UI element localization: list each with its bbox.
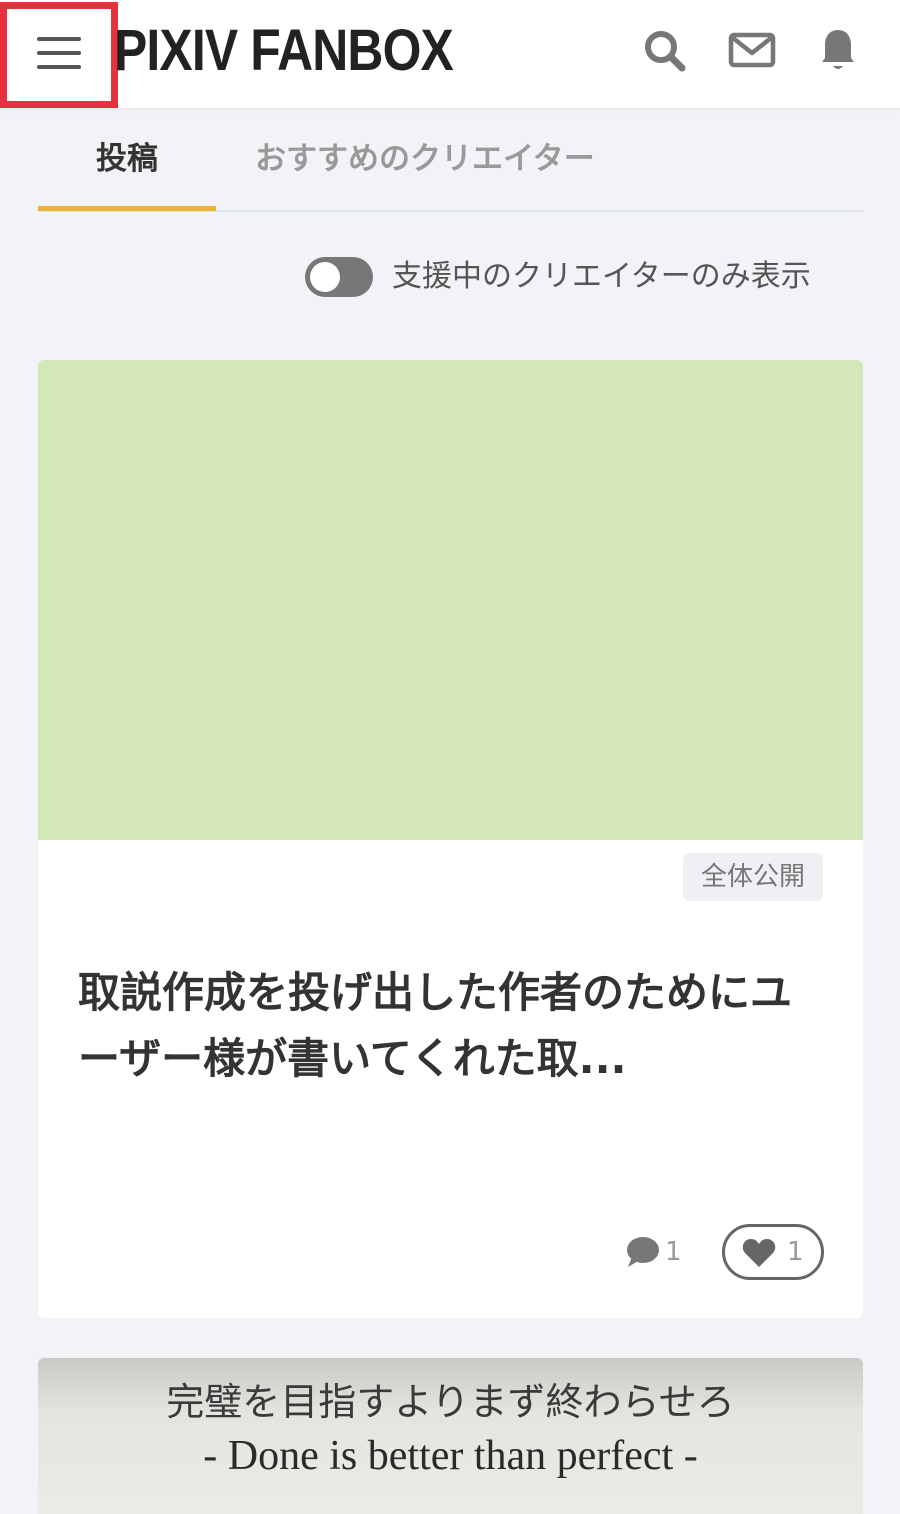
tab-recommended-creators[interactable]: おすすめのクリエイター [255, 136, 595, 182]
supporting-only-label: 支援中のクリエイターのみ表示 [392, 259, 811, 294]
post-thumbnail[interactable] [38, 360, 863, 840]
comment-icon [627, 1237, 659, 1267]
like-count: 1 [787, 1237, 804, 1267]
active-tab-indicator [38, 206, 216, 211]
like-button[interactable]: 1 [722, 1224, 824, 1280]
toggle-knob [310, 262, 340, 292]
visibility-badge: 全体公開 [682, 853, 823, 901]
bell-icon[interactable] [814, 26, 862, 74]
hamburger-icon [37, 37, 81, 41]
mail-icon[interactable] [728, 26, 776, 74]
next-post-image-text: 完璧を目指すよりまず終わらせろ [166, 1380, 735, 1424]
supporting-only-toggle[interactable] [305, 257, 373, 297]
next-post-image-subtext: - Done is better than perfect - [203, 1433, 698, 1479]
tab-posts[interactable]: 投稿 [38, 136, 216, 182]
next-post-card[interactable]: 完璧を目指すよりまず終わらせろ - Done is better than pe… [38, 1358, 863, 1514]
search-icon[interactable] [640, 26, 688, 74]
menu-button[interactable] [0, 2, 118, 108]
post-card[interactable]: 全体公開 取説作成を投げ出した作者のためにユーザー様が書いてくれた取... 1 … [38, 360, 863, 1318]
post-title[interactable]: 取説作成を投げ出した作者のためにユーザー様が書いてくれた取... [78, 960, 818, 1092]
hamburger-icon-bar [37, 65, 81, 69]
heart-icon [742, 1239, 776, 1267]
hamburger-icon-bar [37, 51, 81, 55]
comment-count: 1 [665, 1237, 682, 1267]
site-logo[interactable]: PIXIV FANBOX [114, 16, 454, 86]
app-header: PIXIV FANBOX [0, 0, 900, 108]
